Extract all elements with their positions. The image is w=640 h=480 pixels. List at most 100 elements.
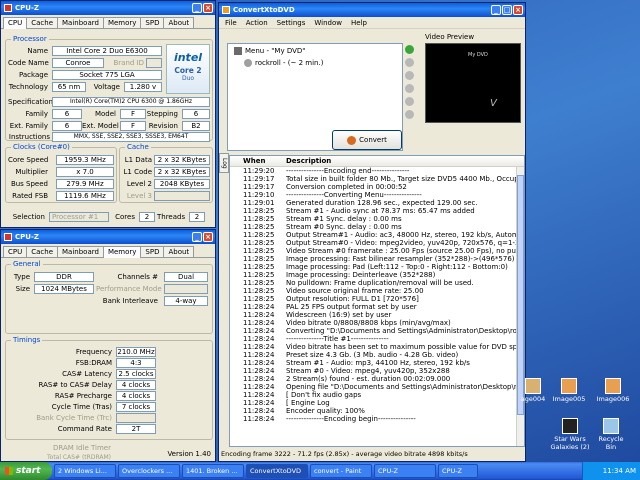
task-convertxtodvd[interactable]: ConvertXtoDVD [246,464,308,478]
cpuz-titlebar[interactable]: CPU-Z _ × [1,230,215,244]
log-row[interactable]: 11:28:25 Stream #1 Sync. delay : 0.00 ms [230,215,524,223]
perf-mode-value [164,284,208,294]
log-row[interactable]: 11:28:24 Video bitrate 0/8808/8808 kbps (… [230,319,524,327]
desktop-icon-image004[interactable]: age004 [516,378,550,403]
log-message: Output resolution: FULL D1 [720*576] [286,295,419,303]
log-row[interactable]: 11:29:01 Generated duration 128.96 sec., … [230,199,524,207]
task-broken[interactable]: 1401. Broken ... [182,464,244,478]
log-row[interactable]: 11:29:20 ---------------Encoding end-----… [230,167,524,175]
add-icon[interactable] [405,45,414,54]
menu-help[interactable]: Help [351,19,367,27]
menu-file[interactable]: File [225,19,237,27]
field-label: Command Rate [57,425,112,433]
tab-cpu[interactable]: CPU [3,246,28,257]
log-row[interactable]: 11:28:24 [ Don't fix audio gaps [230,391,524,399]
settings-icon[interactable] [405,110,414,119]
log-row[interactable]: 11:28:24 Video bitrate has been set to ma… [230,343,524,351]
log-row[interactable]: 11:28:25 Image processing: Deinterleave (… [230,271,524,279]
log-row[interactable]: 11:28:24 Preset size 4.3 Gb. (3 Mb. audio… [230,351,524,359]
start-button[interactable]: start [0,462,52,480]
minimize-button[interactable]: _ [192,232,202,242]
log-row[interactable]: 11:28:24 ---------------Encoding begin---… [230,415,524,423]
log-row[interactable]: 11:29:10 ---------------Converting Menu--… [230,191,524,199]
minimize-button[interactable]: _ [192,3,202,13]
tab-about[interactable]: About [163,246,195,257]
tab-mainboard[interactable]: Mainboard [57,246,104,257]
tab-mainboard[interactable]: Mainboard [57,17,104,28]
tab-memory[interactable]: Memory [102,17,142,28]
log-time: 11:28:25 [243,279,275,287]
tab-cpu[interactable]: CPU [3,17,28,29]
log-row[interactable]: 11:28:25 Output Stream#0 - Video: mpeg2vi… [230,239,524,247]
maximize-button[interactable]: □ [502,5,512,15]
log-scrollbar[interactable] [516,167,524,446]
down-icon[interactable] [405,84,414,93]
menu-action[interactable]: Action [246,19,268,27]
field-label: Ext. Model [82,122,119,130]
log-row[interactable]: 11:28:24 PAL 25 FPS output format set by … [230,303,524,311]
desktop-icon-image005[interactable]: Image005 [552,378,586,403]
log-row[interactable]: 11:28:24 [ Engine Log [230,399,524,407]
log-tab[interactable]: Log [219,153,229,173]
log-row[interactable]: 11:28:25 Stream #0 Sync. delay : 0.00 ms [230,223,524,231]
task-paint[interactable]: convert - Paint [310,464,372,478]
remove-icon[interactable] [405,58,414,67]
minimize-button[interactable]: _ [491,5,501,15]
task-windows-live[interactable]: 2 Windows Li... [54,464,116,478]
tab-memory[interactable]: Memory [102,246,142,258]
log-row[interactable]: 11:28:25 Image processing: Pad (Left:112 … [230,263,524,271]
up-icon[interactable] [405,71,414,80]
log-row[interactable]: 11:28:24 Widescreen (16:9) set by user [230,311,524,319]
log-row[interactable]: 11:28:25 Stream #1 - Audio sync at 78.37 … [230,207,524,215]
column-when[interactable]: When [230,156,286,166]
column-description[interactable]: Description [286,156,524,166]
field-label: Core Speed [8,156,49,164]
log-row[interactable]: 11:28:24 Encoder quality: 100% [230,407,524,415]
processor-select[interactable]: Processor #1 [49,212,109,222]
task-cpuz-1[interactable]: CPU-Z [374,464,436,478]
log-row[interactable]: 11:28:25 No pulldown: Frame duplication/r… [230,279,524,287]
menu-window[interactable]: Window [314,19,342,27]
log-row[interactable]: 11:28:24 Converting "D:\Documents and Set… [230,327,524,335]
log-row[interactable]: 11:28:24 ---------------Title #1---------… [230,335,524,343]
tab-spd[interactable]: SPD [140,246,165,257]
log-row[interactable]: 11:28:25 Video source original frame rate… [230,287,524,295]
log-row[interactable]: 11:29:17 Total size in built folder 80 Mb… [230,175,524,183]
close-button[interactable]: × [203,232,213,242]
convert-titlebar[interactable]: ConvertXtoDVD _ □ × [219,3,525,17]
convert-button[interactable]: Convert [332,130,402,150]
log-row[interactable]: 11:28:24 Stream #1 - Audio: mp3, 44100 Hz… [230,359,524,367]
log-row[interactable]: 11:28:25 Output Stream#1 - Audio: ac3, 48… [230,231,524,239]
close-button[interactable]: × [513,5,523,15]
task-cpuz-2[interactable]: CPU-Z [438,464,478,478]
task-overclockers[interactable]: Overclockers ... [118,464,180,478]
frequency-value: 210.0 MHz [116,347,156,357]
log-row[interactable]: 11:29:17 Conversion completed in 00:00:52 [230,183,524,191]
menu-settings[interactable]: Settings [277,19,306,27]
tree-item-rockroll[interactable]: rockroll - (~ 2 min.) [244,59,323,67]
tab-spd[interactable]: SPD [140,17,165,28]
log-row[interactable]: 11:28:24 Opening file "D:\Documents and S… [230,383,524,391]
log-row[interactable]: 11:28:25 Image processing: Fast bilinear … [230,255,524,263]
desktop-icon-recycle-bin[interactable]: Recycle Bin [594,418,628,451]
log-row[interactable]: 11:28:24 2 Stream(s) found - est. duratio… [230,375,524,383]
desktop-icon-star-wars[interactable]: Star Wars Galaxies (2) [550,418,590,451]
tree-item-menu[interactable]: Menu - "My DVD" [234,47,306,55]
log-message: Stream #1 - Audio sync at 78.37 ms: 65.4… [286,207,475,215]
tab-about[interactable]: About [163,17,195,28]
edit-icon[interactable] [405,97,414,106]
log-row[interactable]: 11:28:25 Output resolution: FULL D1 [720*… [230,295,524,303]
logo-sub: Duo [181,75,195,82]
clock[interactable]: 11:34 AM [603,467,636,475]
log-row[interactable]: 11:28:25 Video Stream #0 framerate : 25.0… [230,247,524,255]
field-label: Package [18,71,48,79]
log-row[interactable]: 11:28:24 Stream #0 - Video: mpeg4, yuv420… [230,367,524,375]
tab-cache[interactable]: Cache [26,17,59,28]
cpuz-titlebar[interactable]: CPU-Z _ × [1,1,215,15]
field-label: DRAM Idle Timer [52,444,111,452]
desktop-icon-image006[interactable]: Image006 [596,378,630,403]
field-label: Name [27,47,48,55]
field-label: Cores [115,213,135,221]
close-button[interactable]: × [203,3,213,13]
tab-cache[interactable]: Cache [26,246,59,257]
